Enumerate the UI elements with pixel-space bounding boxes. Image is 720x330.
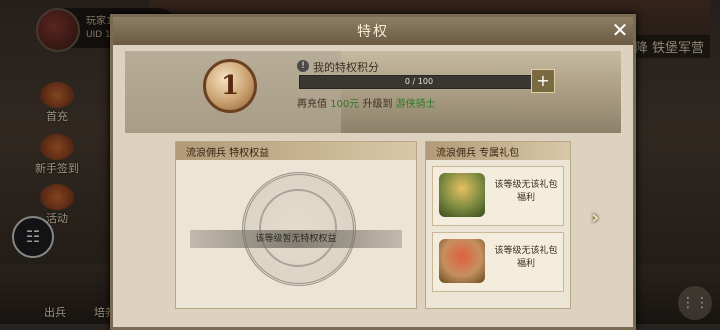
gift-pack-text: 该等级无该礼包福利: [494, 180, 558, 203]
info-icon[interactable]: !: [297, 60, 309, 72]
gift-pack-item[interactable]: 该等级无该礼包福利: [432, 166, 564, 226]
hint-middle: 升级到: [362, 99, 393, 110]
upgrade-hint: 再充值 100元 升级到 游侠骑士: [297, 95, 436, 110]
palace-scene-illustration: [341, 51, 621, 133]
points-progress-bar: 0 / 100: [299, 75, 539, 89]
privilege-benefits-panel: 流浪佣兵 特权权益 该等级暂无特权权益: [175, 141, 417, 309]
hint-amount: 100元: [330, 99, 360, 110]
privilege-summary-panel: 1 ! 我的特权积分 0 / 100 + 再充值 100元 升级到 游侠骑士: [125, 51, 621, 133]
gift-pack-text: 该等级无该礼包福利: [494, 246, 558, 269]
benefits-header: 流浪佣兵 特权权益: [176, 142, 416, 160]
hint-target: 游侠骑士: [395, 99, 436, 110]
next-level-arrow-icon[interactable]: ›: [591, 205, 599, 229]
emblem-inner-ring: [259, 189, 337, 267]
hint-prefix: 再充值: [297, 99, 327, 110]
gifts-header: 流浪佣兵 专属礼包: [426, 142, 570, 160]
benefits-header-text: 流浪佣兵 特权权益: [186, 148, 270, 159]
modal-title: 特权: [357, 24, 389, 40]
recharge-plus-button[interactable]: +: [531, 69, 555, 93]
gifts-header-text: 流浪佣兵 专属礼包: [436, 148, 520, 159]
emblem-icon: [242, 172, 356, 286]
close-icon: ✕: [611, 18, 629, 42]
points-label: 我的特权积分: [313, 61, 379, 74]
exclusive-gifts-panel: 流浪佣兵 专属礼包 该等级无该礼包福利 该等级无该礼包福利: [425, 141, 571, 309]
close-button[interactable]: ✕: [609, 19, 631, 41]
plus-icon: +: [536, 71, 550, 90]
privilege-level-badge: 1: [203, 59, 257, 113]
gift-pack-item[interactable]: 该等级无该礼包福利: [432, 232, 564, 292]
privilege-modal: 特权 ✕ 1 ! 我的特权积分 0 / 100 + 再充值 100元 升级到 游…: [110, 14, 636, 330]
green-chest-icon: [439, 173, 485, 217]
no-benefit-message: 该等级暂无特权权益: [190, 230, 402, 248]
points-progress-text: 0 / 100: [404, 77, 434, 86]
modal-header: 特权 ✕: [113, 17, 633, 45]
red-chest-icon: [439, 239, 485, 283]
